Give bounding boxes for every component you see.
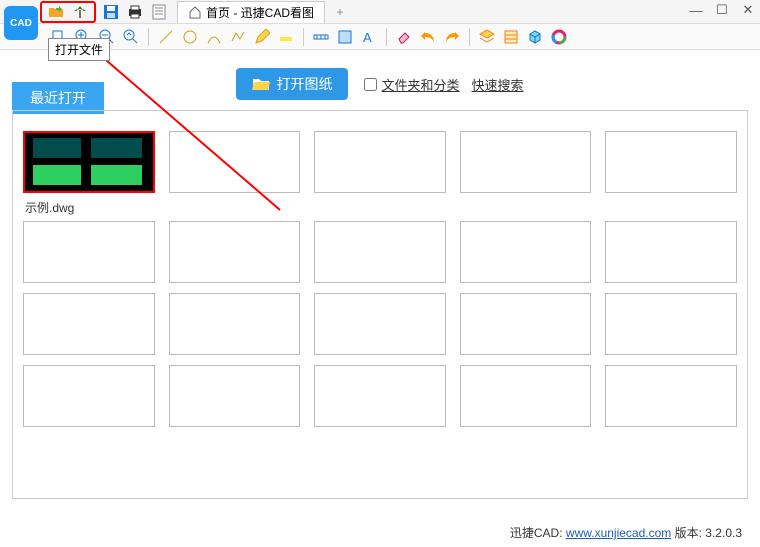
empty-slot — [314, 365, 446, 427]
recent-file-thumb[interactable]: 示例.dwg — [23, 131, 155, 193]
empty-slot — [605, 221, 737, 283]
open-file-tooltip: 打开文件 — [48, 38, 110, 61]
empty-slot — [460, 365, 592, 427]
empty-slot — [460, 131, 592, 193]
area-icon[interactable] — [334, 26, 356, 48]
maximize-button[interactable]: ☐ — [714, 2, 730, 18]
minimize-button[interactable]: — — [688, 2, 704, 18]
empty-slot — [314, 221, 446, 283]
line-tool-icon[interactable] — [155, 26, 177, 48]
footer: 迅捷CAD: www.xunjiecad.com 版本: 3.2.0.3 — [510, 524, 742, 541]
polyline-tool-icon[interactable] — [227, 26, 249, 48]
folder-category-link[interactable]: 文件夹和分类 — [381, 75, 459, 94]
arc-tool-icon[interactable] — [203, 26, 225, 48]
empty-slot — [23, 293, 155, 355]
empty-slot — [169, 131, 301, 193]
empty-slot — [23, 221, 155, 283]
close-button[interactable]: ✕ — [740, 2, 756, 18]
open-drawing-label: 打开图纸 — [276, 74, 332, 94]
empty-slot — [169, 221, 301, 283]
footer-prefix: 迅捷CAD: — [510, 526, 566, 540]
tab-title: 首页 - 迅捷CAD看图 — [206, 4, 314, 21]
open-file-highlight — [40, 1, 96, 23]
empty-slot — [460, 221, 592, 283]
layers-icon[interactable] — [476, 26, 498, 48]
highlight-tool-icon[interactable] — [275, 26, 297, 48]
recent-file-name: 示例.dwg — [25, 199, 74, 216]
circle-tool-icon[interactable] — [179, 26, 201, 48]
redo-icon[interactable] — [441, 26, 463, 48]
empty-slot — [23, 365, 155, 427]
color-wheel-icon[interactable] — [548, 26, 570, 48]
empty-slot — [169, 365, 301, 427]
layer-manager-icon[interactable] — [500, 26, 522, 48]
empty-slot — [169, 293, 301, 355]
empty-slot — [314, 131, 446, 193]
zoom-extents-icon[interactable] — [120, 26, 142, 48]
measure-icon[interactable] — [310, 26, 332, 48]
empty-slot — [605, 365, 737, 427]
empty-slot — [460, 293, 592, 355]
folder-open-icon — [252, 76, 270, 92]
footer-version: 3.2.0.3 — [705, 526, 742, 540]
recent-files-panel: 示例.dwg — [12, 110, 748, 499]
document-icon[interactable] — [148, 1, 170, 23]
pencil-tool-icon[interactable] — [251, 26, 273, 48]
palm-icon[interactable] — [69, 1, 91, 23]
footer-version-label: 版本: — [671, 526, 705, 540]
text-icon[interactable]: A — [358, 26, 380, 48]
open-drawing-button[interactable]: 打开图纸 — [236, 68, 348, 100]
footer-url[interactable]: www.xunjiecad.com — [566, 526, 671, 540]
open-file-icon[interactable] — [45, 1, 67, 23]
3d-icon[interactable] — [524, 26, 546, 48]
quick-search-link[interactable]: 快速搜索 — [472, 75, 524, 94]
tab-add-button[interactable]: + — [329, 2, 351, 22]
app-icon: CAD — [4, 6, 38, 40]
undo-icon[interactable] — [417, 26, 439, 48]
empty-slot — [605, 293, 737, 355]
folder-category-checkbox[interactable] — [364, 78, 377, 91]
eraser-icon[interactable] — [393, 26, 415, 48]
svg-text:A: A — [363, 30, 372, 45]
save-icon[interactable] — [100, 1, 122, 23]
print-icon[interactable] — [124, 1, 146, 23]
tab-home[interactable]: 首页 - 迅捷CAD看图 — [177, 1, 325, 23]
empty-slot — [605, 131, 737, 193]
empty-slot — [314, 293, 446, 355]
